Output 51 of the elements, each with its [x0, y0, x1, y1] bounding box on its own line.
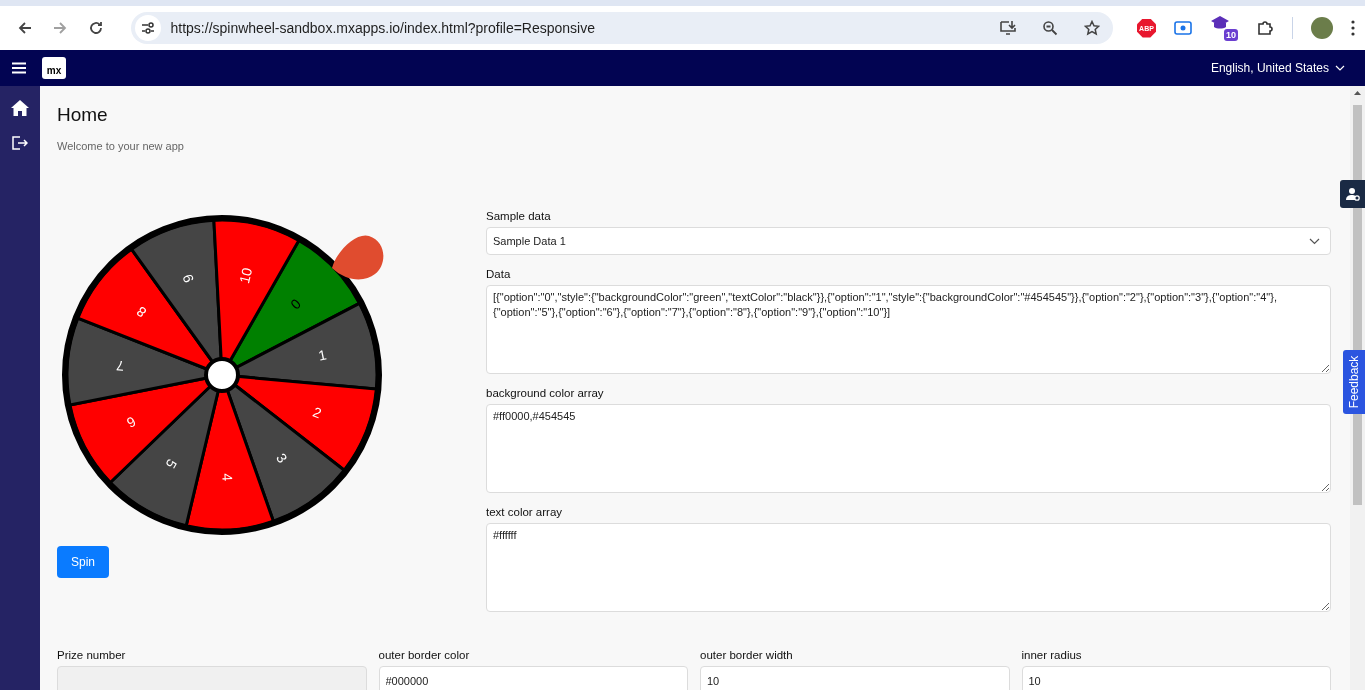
wheel-label: 0	[287, 295, 305, 313]
page-subtitle: Welcome to your new app	[57, 140, 185, 152]
wheel-label: 4	[219, 472, 236, 482]
field-label: inner radius	[1021, 649, 1083, 661]
text-area[interactable]: [{"option":"0","style":{"backgroundColor":"green","textColor":"black"}},{"option":"1","style":{"backgroundColor":"#454545"}},{"option":"2"},{"option":"3"},{"option":"4"},{"option":"5"},{"option":"6"},{"option":"7"},{"option":"8"},{"option":"9"},{"option":"10"}]	[486, 285, 1331, 374]
address-bar[interactable]: https://spinwheel-sandbox.mxapps.io/index.html?profile=Responsive	[130, 12, 1113, 44]
field-label: Prize number	[57, 649, 127, 661]
field-label: background color array	[486, 387, 605, 399]
wheel-label: 7	[115, 357, 125, 375]
user-settings-icon[interactable]	[1340, 180, 1365, 208]
forward-arrow-icon	[52, 20, 69, 36]
feedback-tab[interactable]: Feedback	[1343, 350, 1365, 414]
text-area[interactable]: #ff0000,#454545	[486, 404, 1331, 493]
profile-avatar[interactable]	[1311, 17, 1333, 39]
wheel-label: 5	[162, 456, 181, 472]
select-field[interactable]: Sample Data 1	[486, 227, 1331, 255]
field-label: Sample data	[486, 210, 552, 222]
wheel-label: 3	[272, 450, 291, 466]
page-title: Home	[57, 104, 109, 126]
wheel-label: 1	[317, 346, 328, 364]
wheel-label: 8	[133, 303, 150, 321]
input-field[interactable]: 10	[700, 666, 1010, 690]
back-arrow-icon	[16, 20, 33, 36]
pointer-icon	[332, 235, 384, 280]
field-label: Data	[486, 268, 512, 280]
field-label: outer border width	[700, 649, 794, 661]
reload-icon	[87, 20, 104, 36]
home-icon[interactable]	[11, 100, 29, 116]
language-selector[interactable]: English, United States	[1210, 61, 1345, 75]
app-logo[interactable]: mx	[42, 57, 66, 79]
site-settings-icon[interactable]	[134, 15, 161, 41]
sign-out-icon[interactable]	[12, 136, 28, 150]
wheel-label: 2	[310, 403, 324, 422]
scroll-up-icon[interactable]	[1354, 90, 1361, 95]
text-area[interactable]: #ffffff	[486, 523, 1331, 612]
wheel-label: 6	[124, 413, 139, 432]
wheel-label: 10	[236, 266, 256, 285]
menu-icon[interactable]	[1351, 20, 1355, 36]
input-field[interactable]: 10	[1021, 666, 1331, 690]
spin-button[interactable]: Spin	[57, 546, 110, 578]
url-text: https://spinwheel-sandbox.mxapps.io/index.html?profile=Responsive	[170, 20, 596, 36]
chevron-down-icon	[1335, 65, 1345, 71]
wheel-hub	[204, 357, 240, 393]
field-label: text color array	[486, 506, 564, 518]
extensions-icon[interactable]	[1256, 19, 1274, 37]
chevron-down-icon	[1309, 237, 1320, 245]
wheel-label: 9	[179, 272, 197, 285]
menu-icon[interactable]	[12, 62, 26, 74]
input-field[interactable]: #000000	[378, 666, 688, 690]
screen-extension-icon[interactable]	[1174, 21, 1192, 35]
field-label: outer border color	[378, 649, 471, 661]
